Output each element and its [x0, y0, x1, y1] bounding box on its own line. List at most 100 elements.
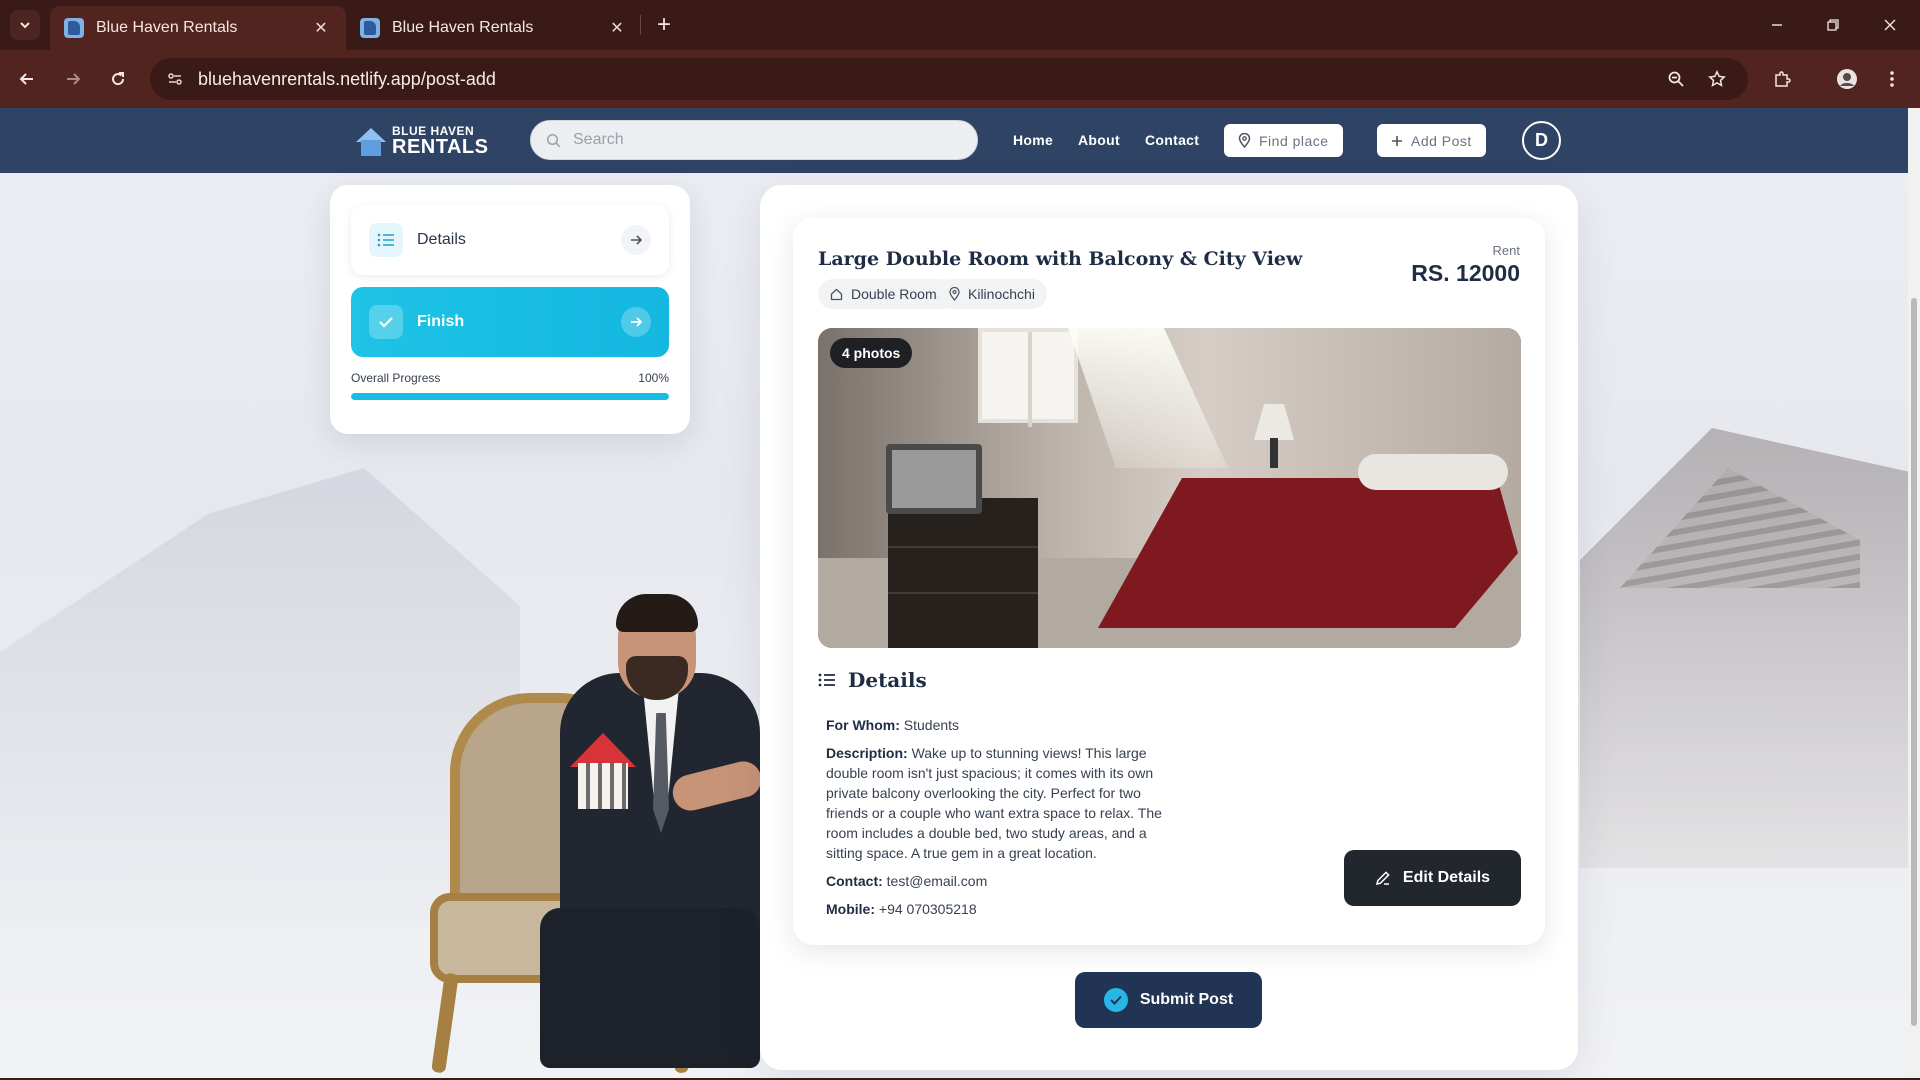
rent-label: Rent — [1492, 243, 1520, 258]
listing-photo[interactable]: 4 photos — [818, 328, 1521, 648]
contact-row: Contact: test@email.com — [826, 871, 1166, 891]
puzzle-icon — [1775, 71, 1791, 87]
listing-preview: Large Double Room with Balcony & City Vi… — [793, 218, 1545, 945]
restore-icon — [1827, 19, 1839, 31]
arrow-right-icon — [621, 307, 651, 337]
bookmark-button[interactable] — [1702, 64, 1732, 94]
house-model-illustration — [570, 733, 636, 813]
new-tab-button[interactable]: + — [650, 11, 678, 39]
star-icon — [1708, 70, 1726, 87]
restore-button[interactable] — [1818, 10, 1848, 40]
progress-percent: 100% — [638, 371, 669, 385]
agent-legs — [540, 908, 760, 1068]
reload-icon — [112, 72, 125, 86]
address-bar[interactable]: bluehavenrentals.netlify.app/post-add — [150, 58, 1748, 100]
step-details[interactable]: Details — [351, 205, 669, 275]
house-logo-icon — [356, 126, 386, 156]
reload-button[interactable] — [103, 64, 133, 94]
price: RS. 12000 — [1411, 260, 1520, 286]
submit-post-label: Submit Post — [1139, 991, 1234, 1008]
nav-contact[interactable]: Contact — [1145, 132, 1199, 148]
for-whom-label: For Whom: — [826, 717, 900, 733]
chevron-down-icon — [20, 22, 30, 29]
post-stepper-card: Details Finish Overall Progress 100% — [330, 185, 690, 434]
add-post-label: Add Post — [1411, 132, 1472, 149]
edit-details-label: Edit Details — [1402, 869, 1491, 886]
browser-toolbar: bluehavenrentals.netlify.app/post-add — [0, 50, 1920, 108]
profile-button[interactable] — [1832, 64, 1862, 94]
for-whom-row: For Whom: Students — [826, 715, 1166, 735]
contact-label: Contact: — [826, 873, 883, 889]
close-icon[interactable]: ✕ — [606, 17, 628, 39]
profile-icon — [1837, 69, 1857, 89]
search-box[interactable] — [530, 120, 978, 160]
edit-details-button[interactable]: Edit Details — [1344, 850, 1521, 906]
step-finish[interactable]: Finish — [351, 287, 669, 357]
submit-post-button[interactable]: Submit Post — [1075, 972, 1262, 1028]
progress-bar — [351, 393, 669, 400]
close-window-button[interactable] — [1875, 10, 1905, 40]
post-preview-card: Large Double Room with Balcony & City Vi… — [760, 185, 1578, 1070]
site-header: BLUE HAVEN RENTALS Home About Contact Fi… — [0, 108, 1908, 173]
site-logo[interactable]: BLUE HAVEN RENTALS — [356, 124, 488, 158]
progress-row: Overall Progress 100% — [351, 371, 669, 385]
tab-title: Blue Haven Rentals — [96, 19, 238, 36]
page-scrollbar[interactable] — [1908, 108, 1920, 1078]
location-chip: Kilinochchi — [937, 279, 1047, 309]
browser-tab-1[interactable]: Blue Haven Rentals ✕ — [50, 6, 346, 50]
details-heading-text: Details — [848, 668, 927, 692]
site-settings-icon[interactable] — [164, 68, 186, 90]
search-icon — [545, 132, 561, 148]
nav-about[interactable]: About — [1078, 132, 1120, 148]
minimize-icon — [1772, 24, 1782, 26]
search-input[interactable] — [573, 131, 953, 149]
arrow-left-icon — [19, 73, 33, 85]
list-icon — [369, 223, 403, 257]
extensions-button[interactable] — [1767, 64, 1797, 94]
site-favicon-icon — [360, 18, 380, 38]
scrollbar-thumb[interactable] — [1911, 298, 1917, 1026]
mobile-value: +94 070305218 — [878, 901, 977, 917]
url-text: bluehavenrentals.netlify.app/post-add — [198, 68, 496, 89]
mobile-row: Mobile: +94 070305218 — [826, 899, 1166, 919]
find-place-label: Find place — [1259, 132, 1329, 149]
user-avatar[interactable]: D — [1522, 121, 1561, 160]
for-whom-value: Students — [903, 717, 960, 733]
category-chip: Double Rooms — [818, 279, 956, 309]
add-post-button[interactable]: Add Post — [1377, 124, 1486, 157]
pencil-icon — [1375, 870, 1391, 886]
minimize-button[interactable] — [1762, 10, 1792, 40]
mobile-label: Mobile: — [826, 901, 875, 917]
close-icon[interactable]: ✕ — [310, 17, 332, 39]
forward-button[interactable] — [58, 64, 88, 94]
list-icon — [818, 672, 836, 688]
listing-title: Large Double Room with Balcony & City Vi… — [818, 248, 1303, 270]
logo-line-2: RENTALS — [392, 136, 489, 158]
description-value: Wake up to stunning views! This large do… — [826, 745, 1162, 861]
step-details-label: Details — [417, 231, 466, 248]
home-icon — [830, 288, 843, 301]
find-place-button[interactable]: Find place — [1224, 124, 1343, 157]
close-icon — [1884, 19, 1896, 31]
check-icon — [369, 305, 403, 339]
contact-value: test@email.com — [886, 873, 988, 889]
page-viewport: BLUE HAVEN RENTALS Home About Contact Fi… — [0, 108, 1908, 1078]
tab-search-button[interactable] — [10, 10, 40, 40]
plus-icon — [1391, 135, 1403, 147]
description-row: Description: Wake up to stunning views! … — [826, 743, 1166, 863]
tab-title: Blue Haven Rentals — [392, 19, 534, 36]
map-pin-icon — [1238, 133, 1251, 148]
location-label: Kilinochchi — [968, 286, 1035, 302]
photo-count-badge: 4 photos — [830, 338, 913, 368]
check-circle-icon — [1103, 988, 1128, 1012]
zoom-icon — [1668, 71, 1684, 87]
browser-menu-button[interactable] — [1877, 64, 1907, 94]
zoom-button[interactable] — [1661, 64, 1691, 94]
category-label: Double Rooms — [851, 286, 944, 302]
map-pin-icon — [949, 287, 960, 301]
browser-tab-2[interactable]: Blue Haven Rentals ✕ — [346, 6, 642, 50]
arrow-right-icon — [621, 225, 651, 255]
more-vertical-icon — [1890, 71, 1894, 87]
nav-home[interactable]: Home — [1013, 132, 1053, 148]
back-button[interactable] — [12, 64, 42, 94]
